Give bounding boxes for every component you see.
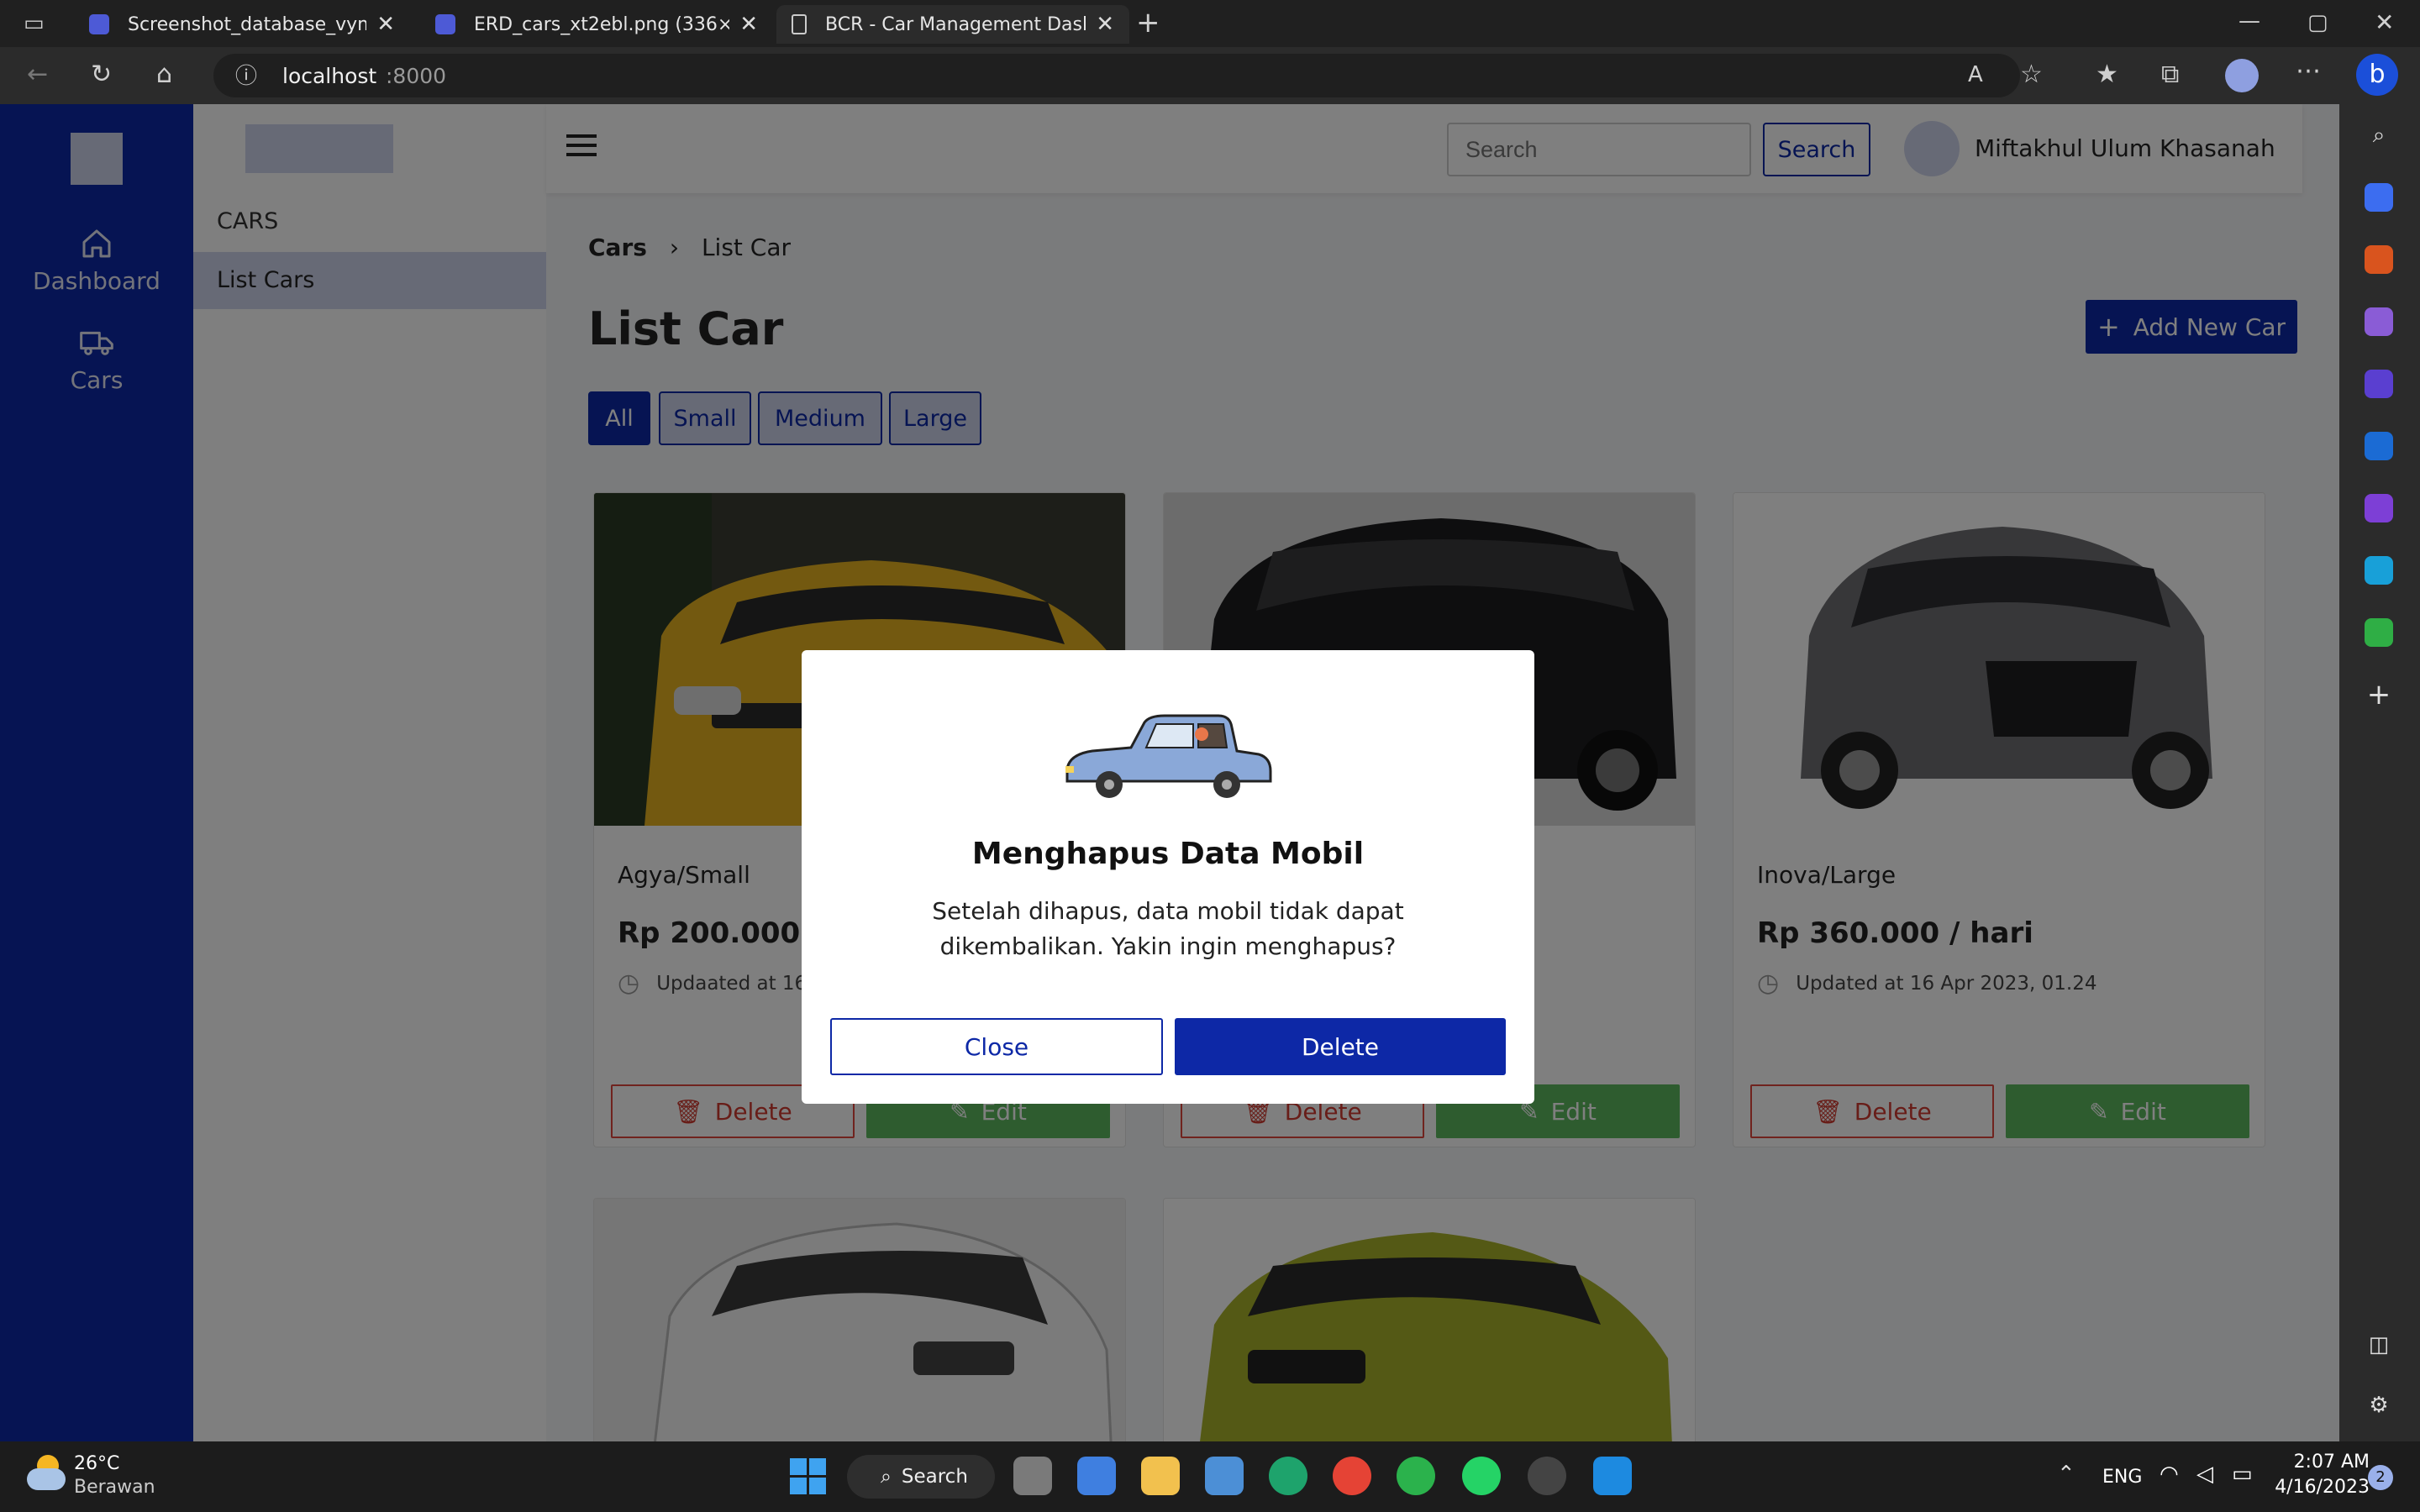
car-illustration	[1065, 714, 1272, 798]
weather-desc[interactable]: Berawan	[74, 1477, 155, 1498]
url-port: :8000	[386, 64, 447, 88]
copilot-icon[interactable]: b	[2356, 54, 2398, 96]
image-favicon-icon	[89, 14, 109, 34]
clock-time[interactable]: 2:07 AM	[2282, 1452, 2370, 1473]
tab-screenshot[interactable]: Screenshot_database_vymjli.png ✕	[74, 5, 410, 44]
chrome-icon[interactable]	[1333, 1457, 1371, 1495]
shopping-icon[interactable]	[2365, 183, 2393, 212]
close-tab-icon[interactable]: ✕	[739, 12, 758, 37]
tab-bcr-dashboard[interactable]: BCR - Car Management Dashboard ✕	[776, 5, 1129, 44]
tab-actions-icon[interactable]: ▭	[24, 11, 45, 36]
send-icon[interactable]	[2365, 556, 2393, 585]
add-sidebar-icon[interactable]: +	[2365, 680, 2393, 709]
add-favorite-icon[interactable]: ☆	[2020, 62, 2043, 87]
close-window-icon[interactable]: ✕	[2375, 10, 2394, 35]
obs-icon[interactable]	[1528, 1457, 1566, 1495]
image-favicon-icon	[435, 14, 455, 34]
sidebar-toggle-icon[interactable]: ◫	[2365, 1331, 2393, 1359]
tab-title: Screenshot_database_vymjli.png	[128, 13, 367, 35]
designer-icon[interactable]	[2365, 494, 2393, 522]
tree-icon[interactable]	[2365, 618, 2393, 647]
search-icon: ⌕	[881, 1466, 892, 1488]
weather-temp[interactable]: 26°C	[74, 1453, 119, 1474]
chrome-profile-icon[interactable]	[1397, 1457, 1435, 1495]
wifi-icon[interactable]: ◠	[2160, 1462, 2179, 1487]
favorites-icon[interactable]: ★	[2096, 62, 2118, 87]
confirm-delete-button[interactable]: Delete	[1175, 1018, 1506, 1075]
task-view-icon[interactable]	[1013, 1457, 1052, 1495]
language-indicator[interactable]: ENG	[2102, 1467, 2142, 1488]
volume-icon[interactable]: ◁	[2196, 1462, 2213, 1487]
clock-date[interactable]: 4/16/2023	[2274, 1477, 2370, 1498]
url-host: localhost	[282, 64, 377, 88]
whatsapp-icon[interactable]	[1462, 1457, 1501, 1495]
notepad-icon[interactable]	[1205, 1457, 1244, 1495]
edge-sidebar: ⌕ + ◫ ⚙	[2339, 104, 2420, 1441]
address-bar[interactable]: ⓘ localhost :8000 A	[213, 54, 2020, 97]
browser-tab-bar: ▭ Screenshot_database_vymjli.png ✕ ERD_c…	[0, 0, 2420, 47]
modal-title: Menghapus Data Mobil	[971, 837, 1365, 871]
tools-icon[interactable]	[2365, 245, 2393, 274]
new-tab-icon[interactable]: +	[1136, 8, 1160, 37]
back-icon[interactable]: ←	[27, 62, 48, 87]
taskbar-search-label: Search	[901, 1466, 968, 1488]
browser-toolbar: ← ↻ ⌂ ⓘ localhost :8000 A ☆ ★ ⧉ ⋯ b	[0, 47, 2420, 104]
close-tab-icon[interactable]: ✕	[376, 12, 395, 37]
collections-icon[interactable]: ⧉	[2161, 62, 2179, 87]
delete-confirm-modal: Menghapus Data Mobil Setelah dihapus, da…	[802, 650, 1534, 1104]
file-explorer-icon[interactable]	[1141, 1457, 1180, 1495]
notification-badge[interactable]: 2	[2368, 1465, 2393, 1490]
settings-gear-icon[interactable]: ⚙	[2365, 1391, 2393, 1420]
page-favicon-icon	[792, 14, 807, 34]
minimize-icon[interactable]: —	[2238, 8, 2260, 34]
profile-avatar[interactable]	[2225, 59, 2259, 92]
maximize-icon[interactable]: ▢	[2307, 10, 2328, 35]
reload-icon[interactable]: ↻	[91, 62, 112, 87]
web-page: Dashboard Cars CARS List Cars Search Mif…	[0, 104, 2339, 1441]
site-info-icon[interactable]: ⓘ	[235, 64, 257, 89]
windows-start-icon[interactable]	[790, 1458, 827, 1495]
close-tab-icon[interactable]: ✕	[1096, 12, 1114, 37]
chevron-up-icon[interactable]: ⌃	[2057, 1462, 2075, 1487]
close-button[interactable]: Close	[830, 1018, 1163, 1075]
home-icon[interactable]: ⌂	[156, 62, 172, 87]
modal-message: Setelah dihapus, data mobil tidak dapat …	[932, 897, 1404, 960]
tab-title: BCR - Car Management Dashboard	[825, 13, 1086, 35]
edge-icon[interactable]	[1269, 1457, 1307, 1495]
tab-erd[interactable]: ERD_cars_xt2ebl.png (336×384) ✕	[420, 5, 773, 44]
battery-icon[interactable]: ▭	[2232, 1462, 2253, 1487]
more-options-icon[interactable]: ⋯	[2296, 59, 2321, 84]
search-icon[interactable]: ⌕	[2365, 121, 2393, 150]
vscode-icon[interactable]	[1593, 1457, 1632, 1495]
read-aloud-icon[interactable]: A	[1968, 62, 1983, 87]
outlook-icon[interactable]	[2365, 432, 2393, 460]
taskbar-search[interactable]: ⌕ Search	[847, 1455, 995, 1499]
weather-icon[interactable]	[27, 1455, 66, 1494]
office-icon[interactable]	[2365, 370, 2393, 398]
store-icon[interactable]	[1077, 1457, 1116, 1495]
games-icon[interactable]	[2365, 307, 2393, 336]
tab-title: ERD_cars_xt2ebl.png (336×384)	[474, 13, 730, 35]
